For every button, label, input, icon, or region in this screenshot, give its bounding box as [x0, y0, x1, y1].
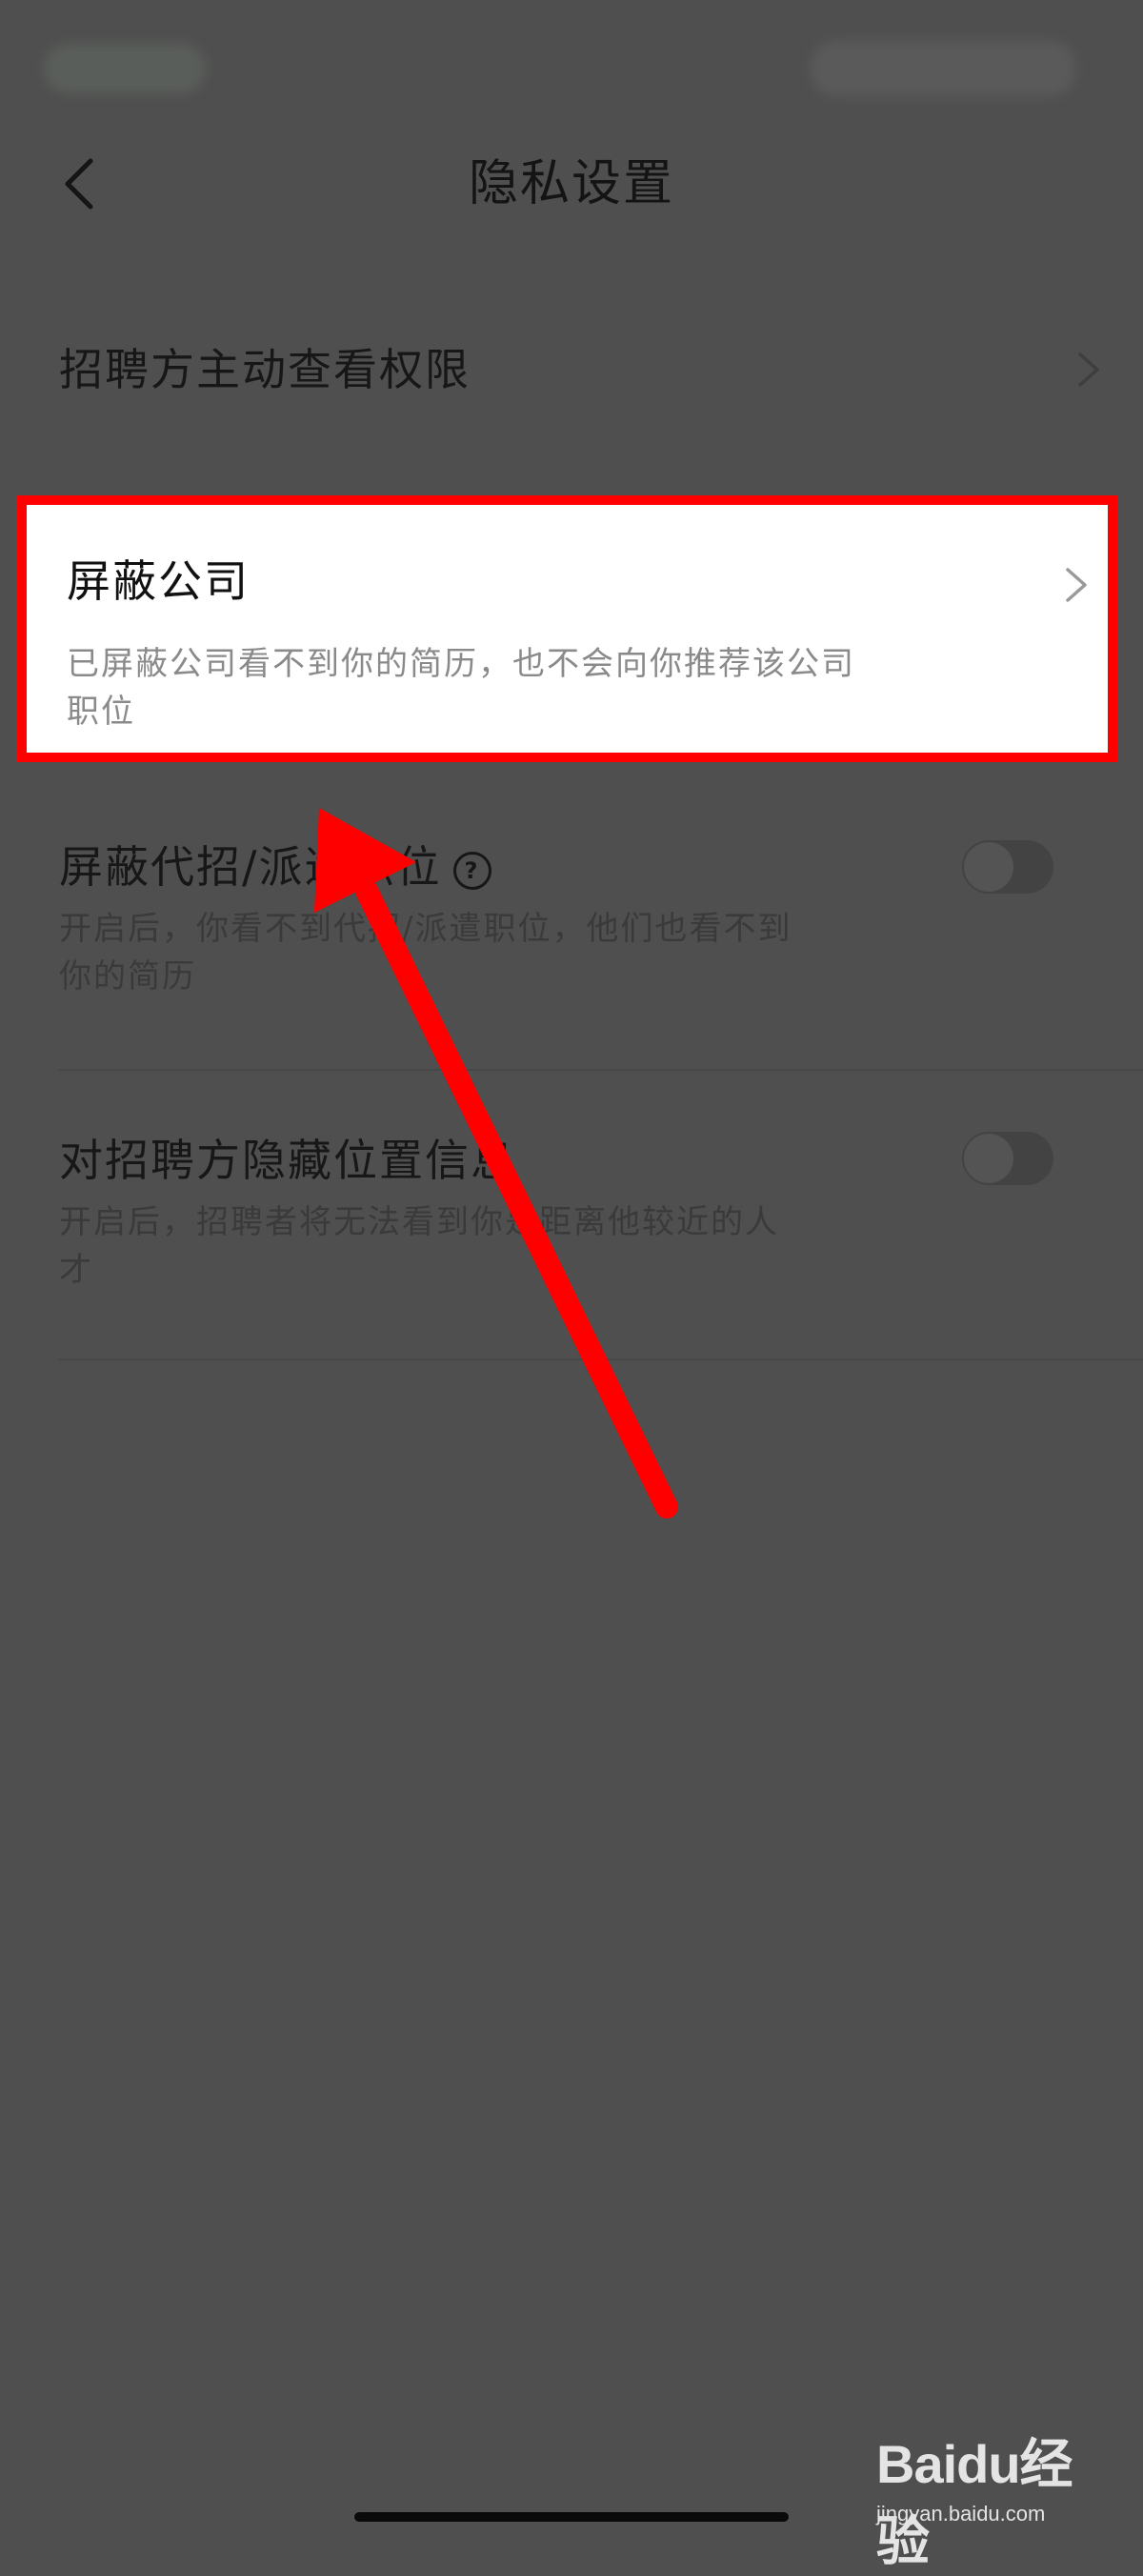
baidu-jingyan-watermark: Baidu经验 jingyan.baidu.com: [876, 2410, 1124, 2571]
watermark-logo: Baidu经验: [876, 2434, 1073, 2571]
home-indicator[interactable]: [354, 2512, 789, 2522]
watermark-url: jingyan.baidu.com: [876, 2502, 1046, 2526]
annotation-arrow: [314, 808, 678, 1519]
